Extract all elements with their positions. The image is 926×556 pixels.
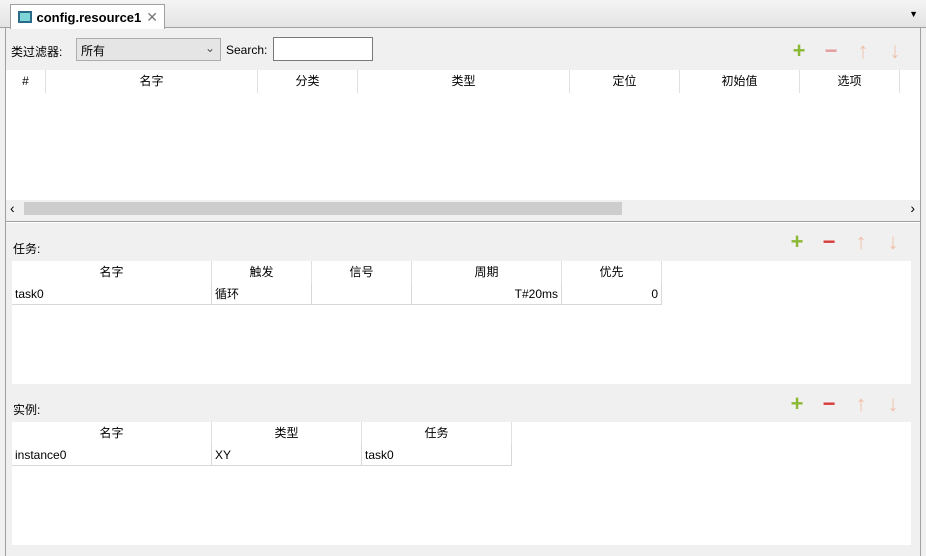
move-down-variable-button[interactable]: ↓ <box>884 40 906 62</box>
task-trigger-cell[interactable]: 循环 <box>212 284 312 305</box>
instances-toolbar: + − ↑ ↓ <box>786 393 904 415</box>
variables-toolbar: + − ↑ ↓ <box>788 40 906 62</box>
move-down-task-button[interactable]: ↓ <box>882 231 904 253</box>
move-down-instance-button[interactable]: ↓ <box>882 393 904 415</box>
remove-task-button[interactable]: − <box>818 231 840 253</box>
variables-header: # 名字 分类 类型 定位 初始值 选项 <box>6 70 920 93</box>
tasks-table: 名字 触发 信号 周期 优先 task0 循环 T#20ms 0 <box>12 261 911 384</box>
instance-task-cell[interactable]: task0 <box>362 445 512 466</box>
tasks-toolbar: + − ↑ ↓ <box>786 231 904 253</box>
tab-strip: config.resource1 ✕ ▼ <box>0 0 926 29</box>
instances-table: 名字 类型 任务 instance0 XY task0 <box>12 422 911 545</box>
column-header[interactable]: 触发 <box>212 261 312 284</box>
move-up-instance-button[interactable]: ↑ <box>850 393 872 415</box>
column-header[interactable]: 初始值 <box>680 70 800 93</box>
add-task-button[interactable]: + <box>786 231 808 253</box>
column-header[interactable]: 选项 <box>800 70 900 93</box>
splitter[interactable] <box>6 221 920 223</box>
column-header[interactable]: # <box>6 70 46 93</box>
add-variable-button[interactable]: + <box>788 40 810 62</box>
tasks-header: 名字 触发 信号 周期 优先 <box>12 261 911 284</box>
remove-variable-button[interactable]: − <box>820 40 842 62</box>
class-filter-label: 类过滤器: <box>11 45 63 59</box>
tab-title: config.resource1 <box>36 9 142 25</box>
column-header[interactable]: 类型 <box>212 422 362 445</box>
search-input[interactable] <box>273 37 373 61</box>
column-header[interactable]: 类型 <box>358 70 570 93</box>
variables-table: # 名字 分类 类型 定位 初始值 选项 <box>6 70 920 201</box>
column-header[interactable]: 分类 <box>258 70 358 93</box>
scrollbar-thumb[interactable] <box>24 202 622 215</box>
scroll-left-icon[interactable]: ‹ <box>10 200 15 216</box>
instance-type-cell[interactable]: XY <box>212 445 362 466</box>
move-up-variable-button[interactable]: ↑ <box>852 40 874 62</box>
resource-icon <box>18 11 32 23</box>
column-header[interactable]: 名字 <box>12 261 212 284</box>
horizontal-scrollbar[interactable]: ‹ › <box>6 200 920 217</box>
instances-label: 实例: <box>13 403 41 417</box>
tab-config-resource1[interactable]: config.resource1 ✕ <box>10 4 165 29</box>
column-header[interactable]: 周期 <box>412 261 562 284</box>
task-signal-cell[interactable] <box>312 284 412 305</box>
chevron-down-icon: ⌄ <box>204 41 215 55</box>
table-row[interactable]: task0 循环 T#20ms 0 <box>12 284 911 305</box>
column-header[interactable]: 信号 <box>312 261 412 284</box>
column-header[interactable]: 名字 <box>46 70 258 93</box>
task-interval-cell[interactable]: T#20ms <box>412 284 562 305</box>
class-filter-select[interactable]: 所有 ⌄ <box>76 38 221 61</box>
table-row[interactable]: instance0 XY task0 <box>12 445 911 466</box>
search-label: Search: <box>226 43 268 57</box>
instances-header: 名字 类型 任务 <box>12 422 911 445</box>
column-header[interactable]: 任务 <box>362 422 512 445</box>
column-header[interactable]: 定位 <box>570 70 680 93</box>
move-up-task-button[interactable]: ↑ <box>850 231 872 253</box>
task-priority-cell[interactable]: 0 <box>562 284 662 305</box>
class-filter-value: 所有 <box>81 44 106 58</box>
column-header[interactable]: 优先 <box>562 261 662 284</box>
task-name-cell[interactable]: task0 <box>12 284 212 305</box>
instance-name-cell[interactable]: instance0 <box>12 445 212 466</box>
column-header[interactable]: 名字 <box>12 422 212 445</box>
tab-menu-icon[interactable]: ▼ <box>909 9 918 19</box>
add-instance-button[interactable]: + <box>786 393 808 415</box>
close-icon[interactable]: ✕ <box>146 9 158 26</box>
tasks-label: 任务: <box>13 242 41 256</box>
remove-instance-button[interactable]: − <box>818 393 840 415</box>
scroll-right-icon[interactable]: › <box>910 200 915 216</box>
